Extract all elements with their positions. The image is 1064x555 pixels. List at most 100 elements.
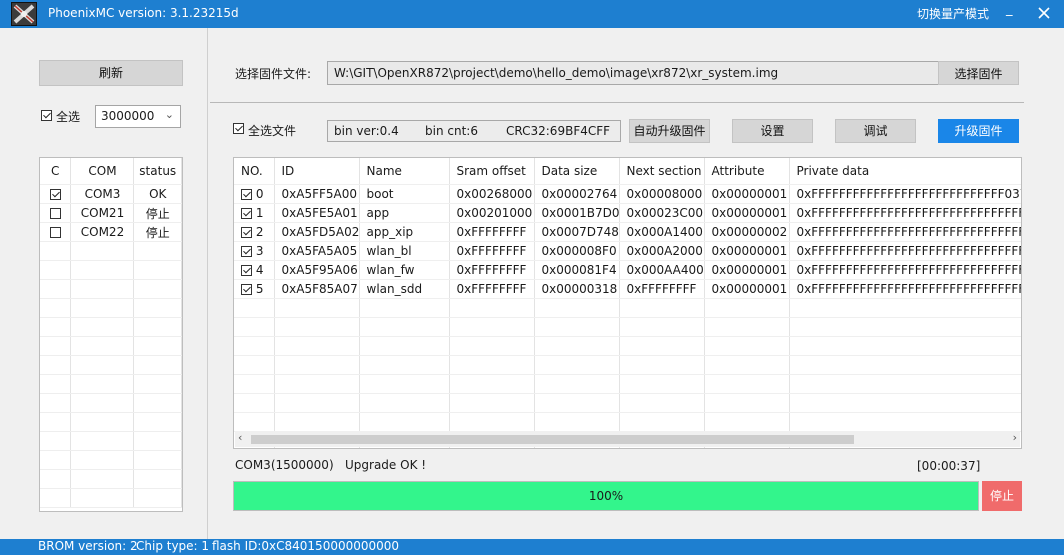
port-baud-status: COM3(1500000) [235,458,334,472]
empty-row [40,488,182,508]
horizontal-scrollbar[interactable]: ‹ › [235,431,1020,447]
section-name: app_xip [359,222,450,242]
app-logo-icon [11,2,37,26]
port-row[interactable]: COM22 停止 [40,222,182,242]
empty-row [40,393,182,413]
port-row[interactable]: COM21 停止 [40,203,182,223]
debug-button[interactable]: 调试 [835,119,916,143]
port-checkbox[interactable] [49,227,61,238]
section-row[interactable]: 5 0xA5F85A07 wlan_sdd 0xFFFFFFFF 0x00000… [234,279,1021,299]
firmware-info-box: bin ver:0.4 bin cnt:6 CRC32:69BF4CFF [327,120,621,142]
section-next: 0x000AA400 [619,260,705,280]
section-id: 0xA5FD5A02 [274,222,360,242]
scroll-left-icon[interactable]: ‹ [238,431,242,444]
col-no[interactable]: NO. [234,158,275,185]
section-no: 0 [255,187,264,201]
section-row[interactable]: 3 0xA5FA5A05 wlan_bl 0xFFFFFFFF 0x000008… [234,241,1021,261]
section-row[interactable]: 0 0xA5FF5A00 boot 0x00268000 0x00002764 … [234,184,1021,204]
select-all-files-checkbox[interactable] [233,123,244,134]
section-sram-offset: 0xFFFFFFFF [449,241,535,261]
empty-row [234,355,1021,375]
empty-row [40,374,182,394]
port-status: 停止 [133,203,182,223]
scrollbar-thumb[interactable] [251,435,854,444]
window-title: PhoenixMC version: 3.1.23215d [48,6,239,20]
section-checkbox[interactable] [241,189,252,200]
close-icon[interactable] [1036,5,1052,21]
bin-count: bin cnt:6 [425,124,478,138]
col-attribute[interactable]: Attribute [704,158,790,185]
section-id: 0xA5F85A07 [274,279,360,299]
select-firmware-button[interactable]: 选择固件 [938,61,1019,85]
section-row[interactable]: 4 0xA5F95A06 wlan_fw 0xFFFFFFFF 0x000081… [234,260,1021,280]
select-all-ports-checkbox[interactable] [41,110,52,121]
section-data-size: 0x0007D748 [534,222,620,242]
select-all-files-label: 全选文件 [248,124,297,138]
section-id: 0xA5FF5A00 [274,184,360,204]
port-row[interactable]: COM3 OK [40,184,182,204]
empty-row [234,336,1021,356]
bin-version: bin ver:0.4 [334,124,399,138]
section-no: 2 [255,225,264,239]
minimize-button[interactable]: _ [1006,2,1013,17]
section-id: 0xA5FE5A01 [274,203,360,223]
section-next: 0xFFFFFFFF [619,279,705,299]
section-data-size: 0x00002764 [534,184,620,204]
section-sram-offset: 0xFFFFFFFF [449,279,535,299]
section-row[interactable]: 2 0xA5FD5A02 app_xip 0xFFFFFFFF 0x0007D7… [234,222,1021,242]
empty-row [234,298,1021,318]
section-checkbox[interactable] [241,265,252,276]
baud-rate-select[interactable]: 3000000 ⌄ [95,105,181,128]
section-checkbox[interactable] [241,227,252,238]
section-id: 0xA5F95A06 [274,260,360,280]
stop-button[interactable]: 停止 [982,481,1022,511]
section-name: app [359,203,450,223]
port-checkbox[interactable] [49,189,61,200]
section-attribute: 0x00000002 [704,222,790,242]
firmware-path-field[interactable]: W:\GIT\OpenXR872\project\demo\hello_demo… [327,61,939,85]
auto-upgrade-button[interactable]: 自动升级固件 [629,119,710,143]
empty-row [40,317,182,337]
section-no: 1 [255,206,264,220]
section-table: NO. ID Name Sram offset Data size Next s… [233,157,1022,449]
scroll-right-icon[interactable]: › [1013,431,1017,444]
col-name[interactable]: Name [359,158,450,185]
refresh-button[interactable]: 刷新 [39,60,183,86]
section-row[interactable]: 1 0xA5FE5A01 app 0x00201000 0x0001B7D0 0… [234,203,1021,223]
col-id[interactable]: ID [274,158,360,185]
section-checkbox[interactable] [241,284,252,295]
col-private-data[interactable]: Private data [789,158,1021,185]
section-private-data: 0xFFFFFFFFFFFFFFFFFFFFFFFFFFFFFFFFFFFF [789,260,1021,280]
select-firmware-file-label: 选择固件文件: [235,67,312,81]
port-status: 停止 [133,222,182,242]
section-checkbox[interactable] [241,208,252,219]
port-com: COM21 [70,203,135,223]
section-data-size: 0x000008F0 [534,241,620,261]
port-checkbox[interactable] [49,208,61,219]
section-next: 0x00023C00 [619,203,705,223]
chip-type: Chip type: 1 [136,539,210,553]
upgrade-progress-bar: 100% [233,481,979,511]
section-next: 0x00008000 [619,184,705,204]
section-attribute: 0x00000001 [704,260,790,280]
section-private-data: 0xFFFFFFFFFFFFFFFFFFFFFFFFFFFFFFFFFFFF [789,222,1021,242]
col-data-size[interactable]: Data size [534,158,620,185]
section-private-data: 0xFFFFFFFFFFFFFFFFFFFFFFFFFFFFFFFFFFFF [789,241,1021,261]
section-name: wlan_fw [359,260,450,280]
section-checkbox[interactable] [241,246,252,257]
settings-button[interactable]: 设置 [732,119,813,143]
section-no: 4 [255,263,264,277]
section-next: 0x000A1400 [619,222,705,242]
section-data-size: 0x00000318 [534,279,620,299]
empty-row [234,412,1021,432]
empty-row [40,241,182,261]
col-next-section[interactable]: Next section [619,158,705,185]
section-data-size: 0x0001B7D0 [534,203,620,223]
port-status: OK [133,184,182,204]
upgrade-firmware-button[interactable]: 升级固件 [938,119,1019,143]
empty-row [40,450,182,470]
port-col-check: C [40,158,72,185]
col-sram-offset[interactable]: Sram offset [449,158,535,185]
switch-mode-link[interactable]: 切换量产模式 [917,5,989,22]
section-sram-offset: 0x00201000 [449,203,535,223]
